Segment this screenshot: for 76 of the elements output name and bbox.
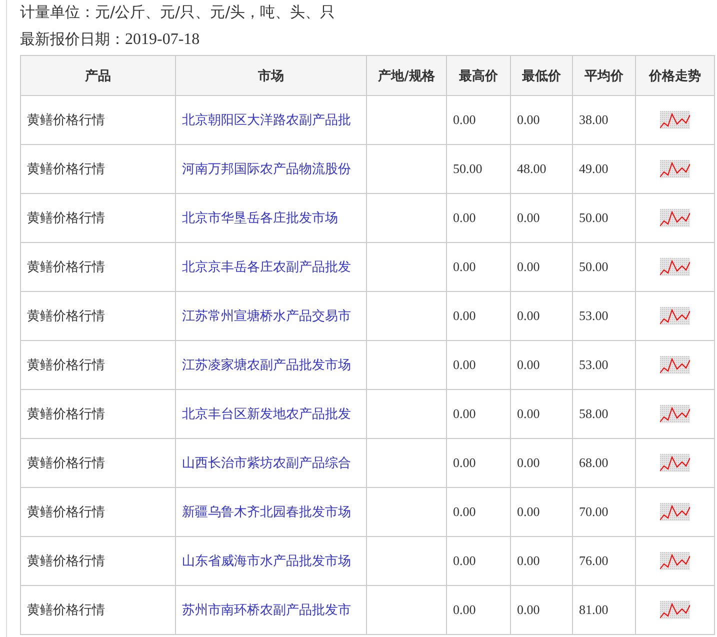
market-link[interactable]: 河南万邦国际农产品物流股份 [176, 144, 366, 194]
table-cell: 0.00 [446, 96, 510, 144]
table-cell: 81.00 [572, 586, 636, 634]
table-cell: 0.00 [446, 438, 510, 488]
column-header: 平均价 [572, 56, 636, 96]
table-cell: 0.00 [446, 194, 510, 242]
market-link[interactable]: 山东省威海市水产品批发市场 [176, 536, 366, 586]
table-cell: 黄鳝价格行情 [20, 390, 176, 438]
table-cell: 76.00 [572, 536, 636, 586]
table-cell: 0.00 [510, 340, 572, 390]
table-cell: 58.00 [572, 390, 636, 438]
table-cell: 49.00 [572, 144, 636, 194]
table-cell: 0.00 [510, 96, 572, 144]
table-cell: 53.00 [572, 340, 636, 390]
table-cell: 0.00 [446, 340, 510, 390]
column-header: 最高价 [446, 56, 510, 96]
market-link[interactable]: 新疆乌鲁木齐北园春批发市场 [176, 488, 366, 536]
sparkline-icon[interactable] [660, 601, 690, 619]
table-cell: 黄鳝价格行情 [20, 488, 176, 536]
table-cell: 黄鳝价格行情 [20, 586, 176, 634]
table-cell: 0.00 [510, 586, 572, 634]
sparkline-icon[interactable] [660, 209, 690, 227]
table-cell: 48.00 [510, 144, 572, 194]
table-cell: 黄鳝价格行情 [20, 144, 176, 194]
table-cell: 黄鳝价格行情 [20, 536, 176, 586]
table-cell: 0.00 [510, 242, 572, 292]
sparkline-icon[interactable] [660, 160, 690, 178]
sparkline-icon[interactable] [660, 552, 690, 570]
sparkline-icon[interactable] [660, 307, 690, 325]
market-link[interactable]: 山西长治市紫坊农副产品综合 [176, 438, 366, 488]
column-header: 产品 [20, 56, 176, 96]
table-cell: 0.00 [510, 292, 572, 340]
market-link[interactable]: 苏州市南环桥农副产品批发市 [176, 586, 366, 634]
market-link[interactable]: 北京丰台区新发地农产品批发 [176, 390, 366, 438]
table-cell: 38.00 [572, 96, 636, 144]
table-cell: 黄鳝价格行情 [20, 438, 176, 488]
market-link[interactable]: 北京市华垦岳各庄批发市场 [176, 194, 366, 242]
table-cell: 53.00 [572, 292, 636, 340]
table-cell: 68.00 [572, 438, 636, 488]
market-link[interactable]: 江苏凌家塘农副产品批发市场 [176, 340, 366, 390]
table-cell: 0.00 [446, 292, 510, 340]
sparkline-icon[interactable] [660, 405, 690, 423]
date-value: 2019-07-18 [125, 31, 200, 48]
table-cell: 0.00 [510, 536, 572, 586]
table-cell: 黄鳝价格行情 [20, 96, 176, 144]
table-cell: 0.00 [446, 536, 510, 586]
table-cell: 黄鳝价格行情 [20, 242, 176, 292]
table-cell: 50.00 [572, 242, 636, 292]
table-cell: 0.00 [510, 390, 572, 438]
sparkline-icon[interactable] [660, 503, 690, 521]
table-cell: 黄鳝价格行情 [20, 340, 176, 390]
table-cell: 0.00 [446, 242, 510, 292]
table-cell: 0.00 [510, 438, 572, 488]
table-cell: 50.00 [446, 144, 510, 194]
table-cell: 0.00 [510, 488, 572, 536]
table-cell: 黄鳝价格行情 [20, 194, 176, 242]
market-link[interactable]: 北京京丰岳各庄农副产品批发 [176, 242, 366, 292]
table-cell: 0.00 [446, 586, 510, 634]
market-link[interactable]: 江苏常州宣塘桥水产品交易市 [176, 292, 366, 340]
market-link[interactable]: 北京朝阳区大洋路农副产品批 [176, 96, 366, 144]
date-label: 最新报价日期： [20, 30, 125, 48]
sparkline-icon[interactable] [660, 258, 690, 276]
sparkline-icon[interactable] [660, 111, 690, 129]
table-cell: 50.00 [572, 194, 636, 242]
column-header: 最低价 [510, 56, 572, 96]
table-cell: 0.00 [510, 194, 572, 242]
sparkline-icon[interactable] [660, 454, 690, 472]
table-cell: 0.00 [446, 488, 510, 536]
column-header: 市场 [176, 56, 366, 96]
table-cell: 70.00 [572, 488, 636, 536]
column-header: 产地/规格 [366, 56, 446, 96]
sparkline-icon[interactable] [660, 356, 690, 374]
table-cell: 0.00 [446, 390, 510, 438]
column-header: 价格走势 [636, 56, 714, 96]
table-cell: 黄鳝价格行情 [20, 292, 176, 340]
unit-text: 计量单位：元/公斤、元/只、元/头，吨、头、只 [20, 2, 336, 23]
